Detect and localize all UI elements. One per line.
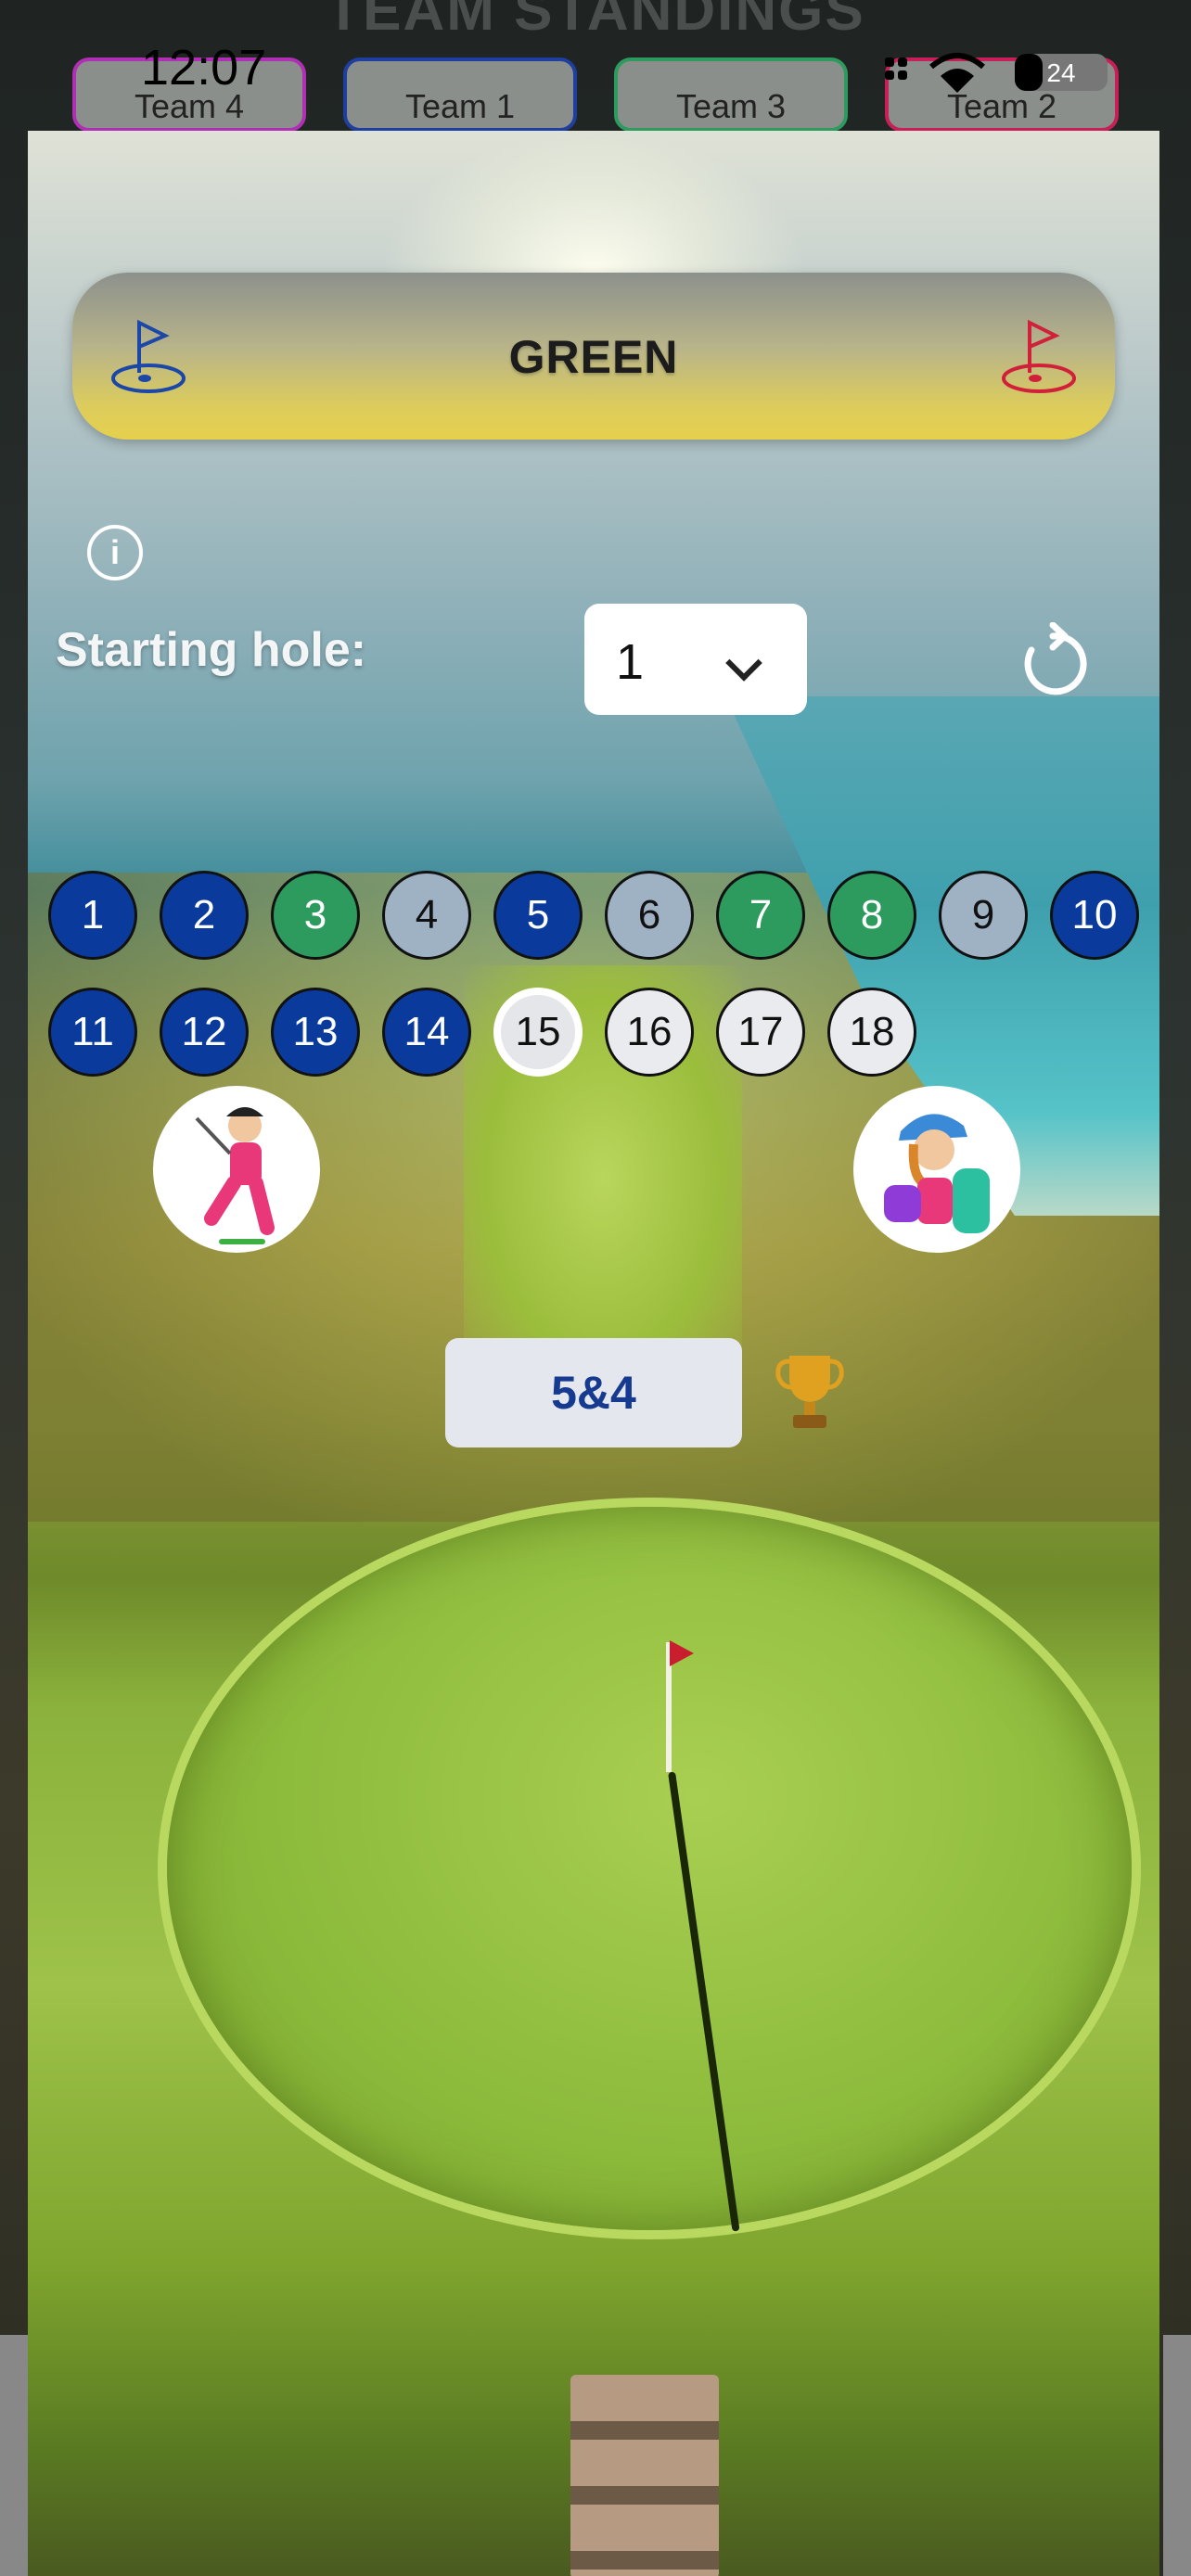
hole-button-15[interactable]: 15 — [493, 988, 583, 1077]
hole-button-3[interactable]: 3 — [271, 871, 360, 960]
hole-button-13[interactable]: 13 — [271, 988, 360, 1077]
chevron-down-icon — [725, 644, 762, 682]
header-bar: GREEN — [72, 273, 1115, 440]
team-tab-3[interactable]: Team 3 — [614, 57, 848, 132]
player-avatar-left[interactable] — [153, 1086, 320, 1253]
bottom-peek-left — [0, 2335, 28, 2576]
header-title: GREEN — [508, 331, 679, 383]
starting-hole-label: Starting hole: — [56, 623, 367, 677]
hole-button-14[interactable]: 14 — [382, 988, 471, 1077]
info-icon[interactable]: i — [87, 525, 143, 580]
hole-button-7[interactable]: 7 — [716, 871, 805, 960]
hole-button-18[interactable]: 18 — [827, 988, 916, 1077]
bottom-peek-right — [1163, 2335, 1191, 2576]
hole-button-9[interactable]: 9 — [939, 871, 1028, 960]
hole-button-12[interactable]: 12 — [160, 988, 249, 1077]
status-icons: 24 — [885, 48, 1126, 95]
status-time: 12:07 — [141, 40, 267, 96]
wifi-icon — [929, 53, 985, 93]
hole-button-17[interactable]: 17 — [716, 988, 805, 1077]
battery-icon: 24 — [1015, 54, 1108, 91]
svg-text:24: 24 — [1046, 58, 1075, 87]
starting-hole-value: 1 — [616, 634, 645, 690]
hole-button-1[interactable]: 1 — [48, 871, 137, 960]
hole-button-10[interactable]: 10 — [1050, 871, 1139, 960]
status-icons-svg: 24 — [885, 53, 1108, 93]
golfer-bag-illustration — [856, 1089, 1018, 1250]
golfer-pink-illustration — [156, 1089, 317, 1250]
hole-button-16[interactable]: 16 — [605, 988, 694, 1077]
tee-steps — [570, 2375, 719, 2576]
signal-icon — [885, 57, 907, 80]
red-flag-icon[interactable] — [998, 315, 1082, 399]
team-tab-1[interactable]: Team 1 — [343, 57, 577, 132]
putting-green — [167, 1507, 1132, 2230]
player-avatar-right[interactable] — [853, 1086, 1020, 1253]
starting-hole-select[interactable]: 1 — [584, 604, 807, 715]
hole-button-4[interactable]: 4 — [382, 871, 471, 960]
match-result: 5&4 — [445, 1338, 742, 1447]
reset-icon[interactable] — [1011, 622, 1095, 706]
hole-button-2[interactable]: 2 — [160, 871, 249, 960]
hole-modal: GREEN i Starting hole: 1 1 2 3 4 5 6 7 8 9 10 11 1… — [28, 131, 1159, 2576]
hole-button-11[interactable]: 11 — [48, 988, 137, 1077]
standings-title: TEAM STANDINGS — [326, 0, 865, 43]
hole-button-6[interactable]: 6 — [605, 871, 694, 960]
hole-button-8[interactable]: 8 — [827, 871, 916, 960]
hole-button-5[interactable]: 5 — [493, 871, 583, 960]
pin-flag — [670, 1640, 694, 1666]
trophy-icon — [775, 1356, 844, 1428]
